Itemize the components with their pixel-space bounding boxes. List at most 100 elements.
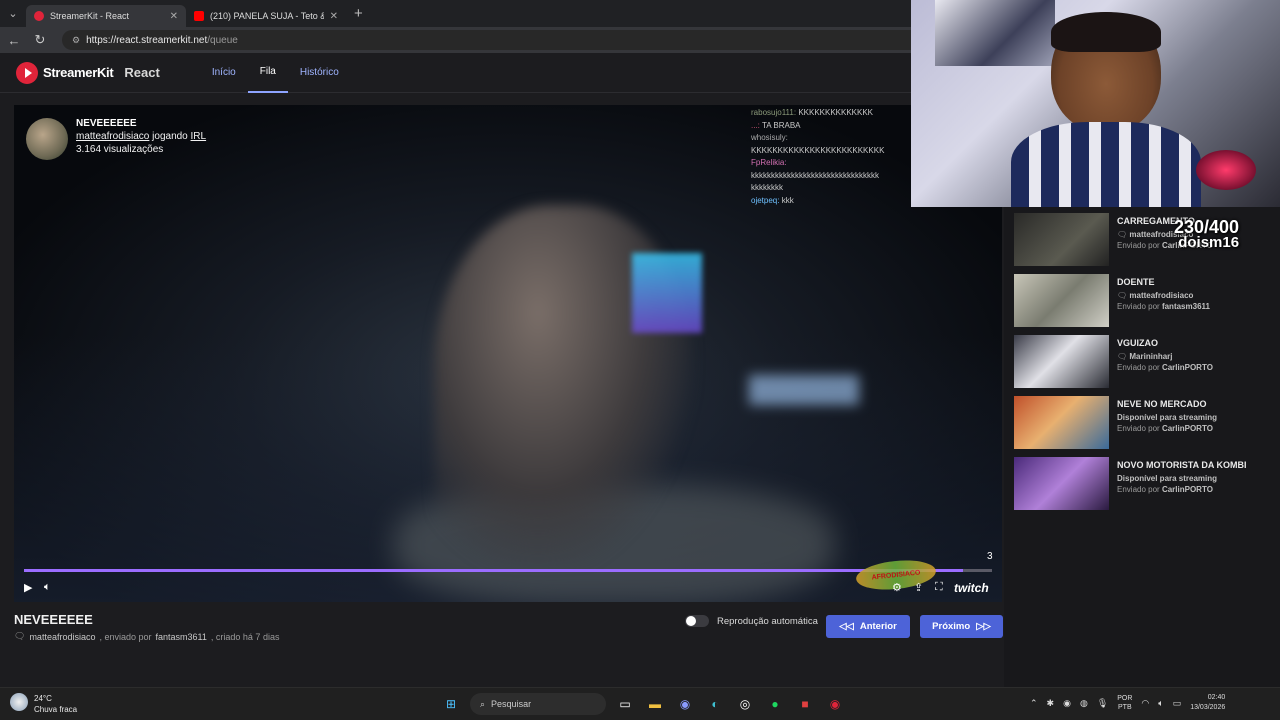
webcam-hair (1051, 12, 1161, 52)
category-link[interactable]: IRL (191, 131, 207, 142)
clock-time: 02:40 (1207, 694, 1226, 701)
close-tab-icon[interactable]: ✕ (170, 11, 178, 22)
chat-user: FpRelikia: (751, 158, 787, 167)
next-button[interactable]: Próximo ▷▷ (920, 615, 1003, 638)
queue-item-channel: Marininharj (1129, 352, 1173, 361)
share-icon[interactable]: ⇪ (914, 581, 923, 594)
url-host: https://react.streamerkit.net (86, 34, 208, 46)
queue-item-title: DOENTE (1117, 277, 1155, 287)
queue-sender-prefix: Enviado por (1117, 241, 1160, 250)
chat-user: ...: (751, 120, 760, 130)
previous-button[interactable]: ◁◁ Anterior (826, 615, 910, 638)
browser-tab-youtube[interactable]: (210) PANELA SUJA - Teto & WIU ✕ (186, 5, 346, 27)
reload-icon[interactable]: ↻ (32, 32, 48, 48)
queue-item-title: NOVO MOTORISTA DA KOMBI (1117, 460, 1247, 470)
chat-line: ...: TA BRABA (751, 120, 921, 133)
tray-mic-icon[interactable]: 🎙︎ (1097, 698, 1108, 709)
progress-bar[interactable] (24, 569, 992, 572)
video-player[interactable]: NEVEEEEEE matteafrodisiaco jogando IRL 3… (14, 105, 1002, 602)
url-path: /queue (207, 34, 238, 46)
chat-message: kkk (781, 195, 794, 205)
queue-item[interactable]: VGUIZAO 🗨︎ Marininharj Enviado por Carli… (1014, 335, 1280, 390)
goal-count: 230/400 (1174, 217, 1240, 237)
autoplay-toggle[interactable] (685, 615, 709, 627)
video-frame-screen (632, 253, 702, 333)
task-view-icon[interactable]: ▭ (614, 693, 636, 715)
logo[interactable]: StreamerKit React (16, 61, 160, 84)
queue-item[interactable]: DOENTE 🗨︎ matteafrodisiaco Enviado por f… (1014, 274, 1280, 329)
queue-item-channel: Disponível para streaming (1117, 474, 1218, 483)
site-info-icon[interactable]: ⚙ (72, 35, 80, 46)
nav-fila[interactable]: Fila (247, 53, 288, 93)
play-icon[interactable]: ▶ (24, 581, 32, 594)
queue-item[interactable]: NOVO MOTORISTA DA KOMBI Disponível para … (1014, 457, 1280, 512)
queue-item-sender: CarlinPORTO (1161, 424, 1213, 433)
back-arrow-icon[interactable]: ← (6, 33, 22, 48)
twitch-logo[interactable]: twitch (954, 581, 989, 595)
streamerkit-favicon-icon (34, 11, 44, 21)
chat-line: whosisuly: (751, 132, 921, 145)
nav-inicio[interactable]: Início (200, 53, 248, 93)
queue-item-sender: CarlinPORTO (1161, 363, 1213, 372)
app-red-icon[interactable]: ■ (794, 693, 816, 715)
windows-start-icon[interactable]: ⊞ (440, 693, 462, 715)
video-overlay-title: NEVEEEEEE (76, 118, 137, 129)
stream-chat-overlay: rabosujo111: KKKKKKKKKKKKKK ...: TA BRAB… (751, 107, 921, 207)
app-record-icon[interactable]: ◉ (824, 693, 846, 715)
youtube-favicon-icon (194, 11, 204, 21)
url-field[interactable]: ⚙ https://react.streamerkit.net/queue (62, 30, 922, 50)
nav-historico[interactable]: Histórico (288, 53, 351, 93)
autoplay-control[interactable]: Reprodução automática (685, 615, 818, 627)
wifi-icon[interactable]: ◠ (1141, 698, 1149, 709)
clock[interactable]: 02:40 13/03/2026 (1190, 693, 1225, 713)
spotify-icon[interactable]: ● (764, 693, 786, 715)
browser-tab-streamerkit[interactable]: StreamerKit - React ✕ (26, 5, 186, 27)
tab-search-icon[interactable]: ⌄ (0, 0, 26, 27)
queue-item[interactable]: CARREGAMENTO 🗨︎ matteafrodisiaco Enviado… (1014, 213, 1280, 268)
language-indicator[interactable]: POR PTB (1117, 694, 1132, 712)
chat-user: whosisuly: (751, 133, 788, 142)
tray-app-icon[interactable]: ✱ (1047, 698, 1055, 709)
taskbar-apps: ⊞ ⌕ Pesquisar ▭ ▬ ◉ ◐ ◎ ● ■ ◉ (440, 693, 846, 715)
edge-icon[interactable]: ◐ (704, 693, 726, 715)
queue-item-sender: fantasm3611 (1161, 302, 1210, 311)
volume-icon[interactable]: 🔈︎ (44, 581, 51, 594)
obs-icon[interactable]: ◎ (734, 693, 756, 715)
video-details: NEVEEEEEE 🗨︎ matteafrodisiaco , enviado … (14, 612, 279, 642)
sent-by-label: , enviado por (99, 631, 152, 642)
queue-item-channel: matteafrodisiaco (1129, 291, 1194, 300)
chat-user: rabosujo111: (751, 108, 797, 117)
battery-icon[interactable]: ▭ (1173, 698, 1182, 709)
video-meta: NEVEEEEEE matteafrodisiaco jogando IRL 3… (26, 118, 206, 160)
search-placeholder: Pesquisar (491, 699, 532, 709)
queue-item[interactable]: NEVE NO MERCADO Disponível para streamin… (1014, 396, 1280, 451)
stream-goal-overlay: 230/400 doism16 (1174, 217, 1240, 251)
rewind-icon: ◁◁ (839, 621, 854, 632)
taskbar-search[interactable]: ⌕ Pesquisar (470, 693, 606, 715)
tray-steam-icon[interactable]: ◍ (1080, 698, 1088, 709)
settings-gear-icon[interactable]: ⚙ (892, 581, 902, 594)
queue-thumbnail (1014, 335, 1109, 388)
main-nav: Início Fila Histórico (200, 53, 351, 93)
channel-avatar[interactable] (26, 118, 68, 160)
fullscreen-icon[interactable]: ⛶ (935, 581, 943, 594)
discord-icon[interactable]: ◉ (674, 693, 696, 715)
queue-item-sender: CarlinPORTO (1161, 485, 1213, 494)
queue-sender-prefix: Enviado por (1117, 424, 1160, 433)
webcam-rgb-light (1196, 150, 1256, 190)
file-explorer-icon[interactable]: ▬ (644, 693, 666, 715)
tray-chevron-up-icon[interactable]: ⌃ (1030, 698, 1038, 709)
channel-link[interactable]: matteafrodisiaco (76, 131, 149, 142)
detail-channel[interactable]: matteafrodisiaco (29, 632, 95, 642)
tray-discord-icon[interactable]: ◉ (1063, 698, 1071, 709)
tab-title: (210) PANELA SUJA - Teto & WIU (210, 11, 324, 21)
volume-tray-icon[interactable]: 🔈︎ (1158, 698, 1163, 709)
new-tab-icon[interactable]: + (354, 5, 363, 22)
weather-temp: 24°C (34, 694, 52, 703)
queue-sender-prefix: Enviado por (1117, 485, 1160, 494)
tab-title: StreamerKit - React (50, 11, 130, 21)
progress-fill (24, 569, 963, 572)
weather-widget[interactable]: 24°C Chuva fraca (10, 693, 77, 715)
detail-sender[interactable]: fantasm3611 (156, 632, 207, 642)
close-tab-icon[interactable]: ✕ (330, 11, 338, 22)
